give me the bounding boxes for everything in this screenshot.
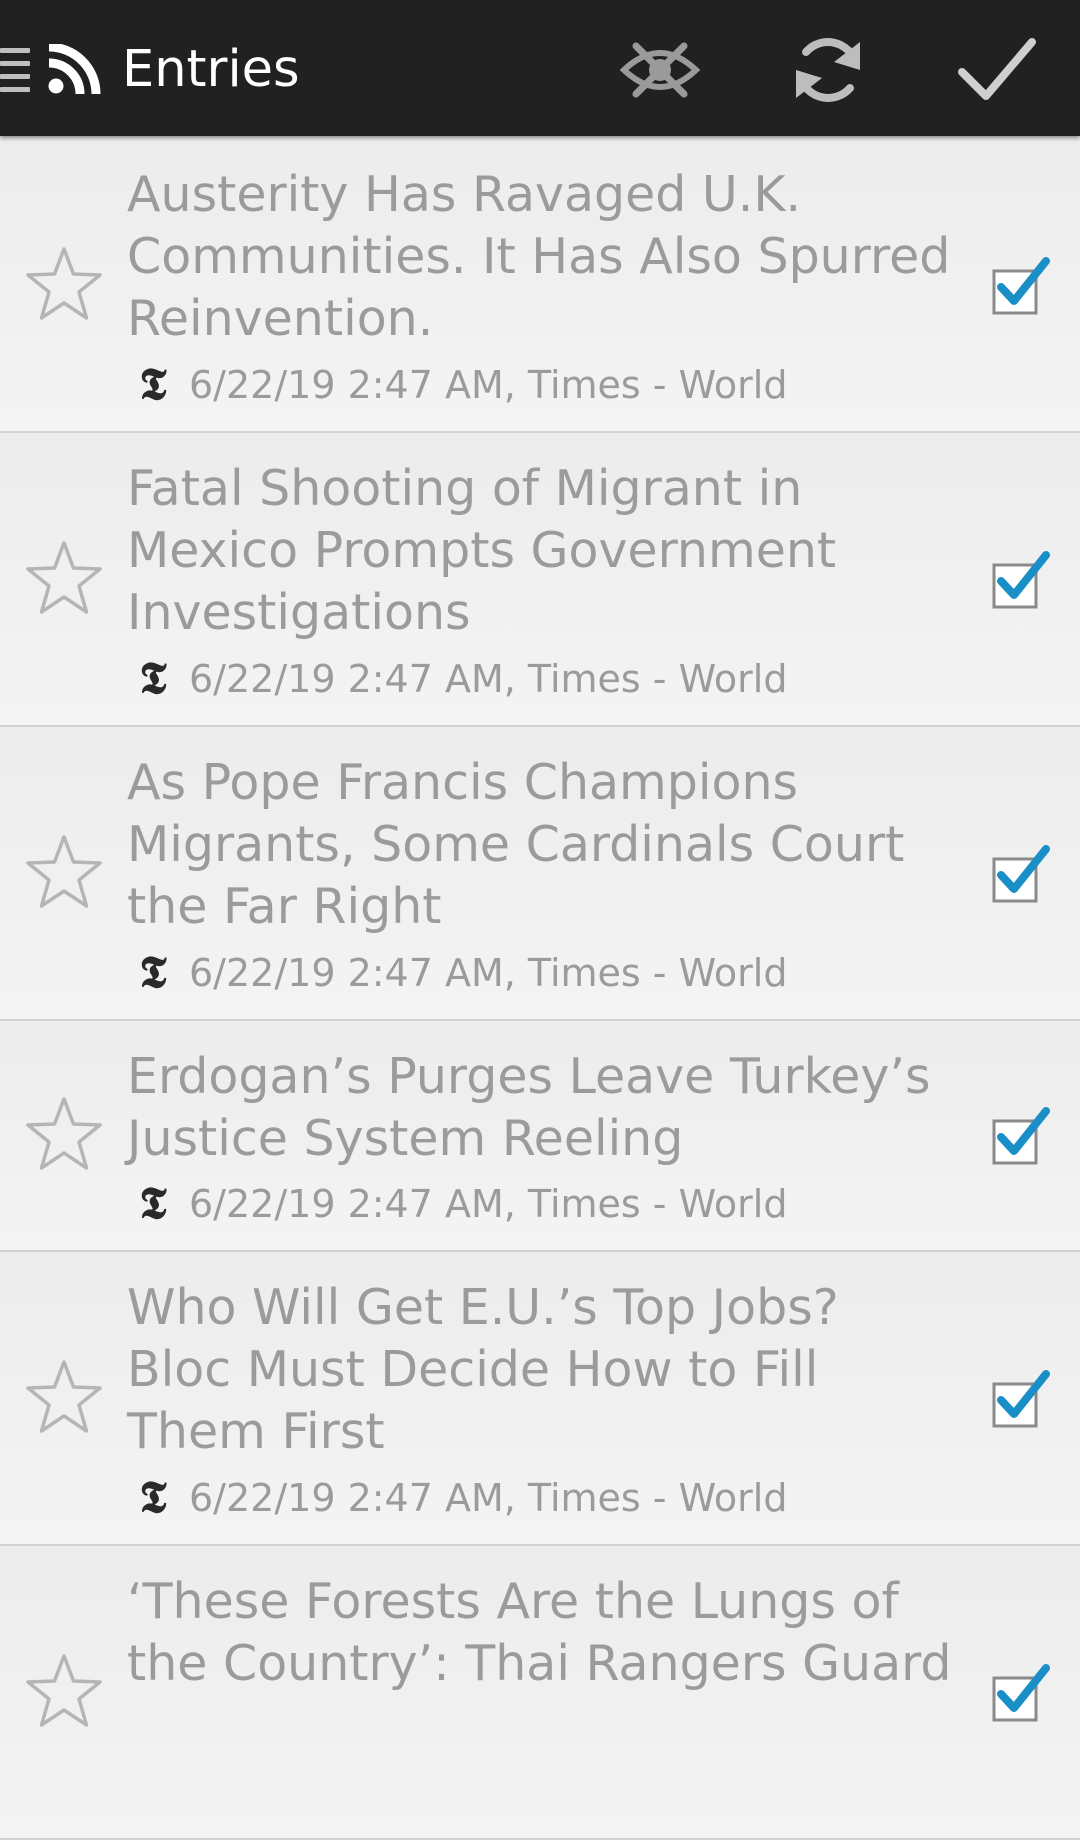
entry-meta: 𝕿 6/22/19 2:47 AM, Times - World [133, 1472, 788, 1523]
nyt-logo-icon: 𝕿 [139, 359, 167, 410]
entry-date-source: 6/22/19 2:47 AM, Times - World [189, 1182, 788, 1226]
entry-meta: 𝕿 6/22/19 2:47 AM, Times - World [133, 653, 788, 704]
checkmark-icon[interactable] [954, 28, 1038, 112]
entry-list: Austerity Has Ravaged U.K. Communities. … [0, 139, 1080, 1840]
eye-crossed-icon[interactable] [618, 28, 702, 112]
read-checkbox[interactable] [990, 1368, 1052, 1430]
star-icon[interactable] [24, 1358, 104, 1438]
entry-meta: 𝕿 6/22/19 2:47 AM, Times - World [133, 359, 788, 410]
star-icon[interactable] [24, 833, 104, 913]
list-item[interactable]: As Pope Francis Champions Migrants, Some… [0, 727, 1080, 1021]
entry-date-source: 6/22/19 2:47 AM, Times - World [189, 1476, 788, 1520]
read-checkbox[interactable] [990, 255, 1052, 317]
star-icon[interactable] [24, 1095, 104, 1175]
list-item[interactable]: ‘These Forests Are the Lungs of the Coun… [0, 1546, 1080, 1840]
entry-date-source: 6/22/19 2:47 AM, Times - World [189, 951, 788, 995]
entry-title: Erdogan’s Purges Leave Turkey’s Justice … [127, 1048, 931, 1167]
entry-date-source: 6/22/19 2:47 AM, Times - World [189, 657, 788, 701]
entry-meta: 𝕿 6/22/19 2:47 AM, Times - World [133, 947, 788, 998]
entry-title: ‘These Forests Are the Lungs of the Coun… [127, 1573, 952, 1692]
nyt-logo-icon: 𝕿 [139, 1472, 167, 1523]
list-item[interactable]: Erdogan’s Purges Leave Turkey’s Justice … [0, 1021, 1080, 1252]
rss-feed-icon[interactable] [46, 44, 102, 96]
list-item[interactable]: Who Will Get E.U.’s Top Jobs? Bloc Must … [0, 1252, 1080, 1546]
star-icon[interactable] [24, 245, 104, 325]
star-icon[interactable] [24, 539, 104, 619]
nyt-logo-icon: 𝕿 [139, 1178, 167, 1229]
list-item[interactable]: Fatal Shooting of Migrant in Mexico Prom… [0, 433, 1080, 727]
read-checkbox[interactable] [990, 843, 1052, 905]
entry-title: Fatal Shooting of Migrant in Mexico Prom… [127, 460, 837, 641]
refresh-icon[interactable] [786, 28, 870, 112]
entry-title: Who Will Get E.U.’s Top Jobs? Bloc Must … [127, 1279, 839, 1460]
entry-date-source: 6/22/19 2:47 AM, Times - World [189, 363, 788, 407]
list-item[interactable]: Austerity Has Ravaged U.K. Communities. … [0, 139, 1080, 433]
nyt-logo-icon: 𝕿 [139, 653, 167, 704]
page-title: Entries [122, 40, 300, 99]
hamburger-menu-icon[interactable] [0, 48, 30, 92]
app-toolbar: Entries [0, 0, 1080, 136]
read-checkbox[interactable] [990, 1105, 1052, 1167]
read-checkbox[interactable] [990, 549, 1052, 611]
read-checkbox[interactable] [990, 1662, 1052, 1724]
entry-meta: 𝕿 6/22/19 2:47 AM, Times - World [133, 1178, 788, 1229]
entry-title: Austerity Has Ravaged U.K. Communities. … [127, 166, 951, 347]
nyt-logo-icon: 𝕿 [139, 947, 167, 998]
star-icon[interactable] [24, 1652, 104, 1732]
entry-title: As Pope Francis Champions Migrants, Some… [127, 754, 905, 935]
